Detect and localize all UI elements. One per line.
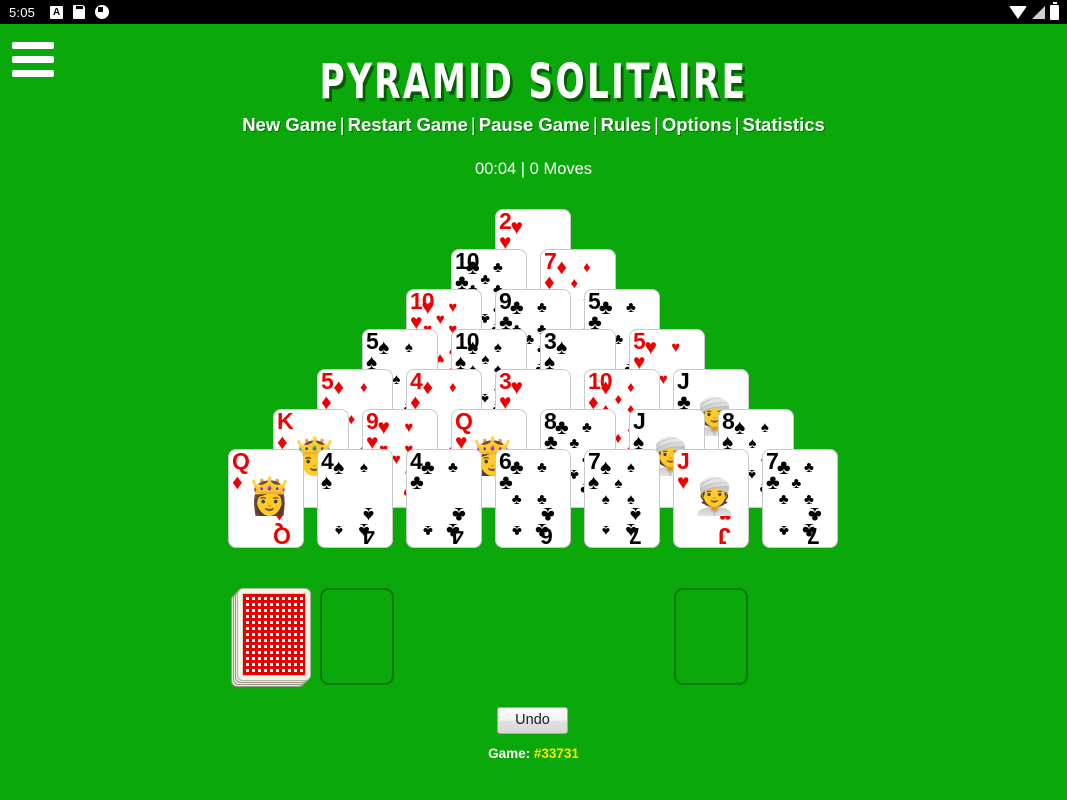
waste-pile[interactable] [320, 588, 394, 685]
court-figure-icon: 👳 [692, 475, 738, 517]
pyramid-card-r7-c2[interactable]: 4 ♠ 4 ♠ ♠ ♠ ♠ ♠ [318, 450, 392, 547]
card-pip: ♣ [511, 521, 522, 539]
stock-pile[interactable] [231, 588, 311, 688]
card-pip: ♥ [377, 416, 390, 440]
card-pip: ♠ [493, 339, 502, 357]
card-pip: ♣ [534, 518, 549, 542]
card-pip: ♣ [803, 490, 814, 508]
card-pip: ♥ [671, 339, 681, 357]
card-pips: ♠ ♠ ♠ ♠ ♠ ♠ ♠ [585, 450, 659, 547]
card-pip: ♣ [536, 490, 547, 508]
game-label: Game: [488, 746, 534, 761]
card-pip: ♠ [626, 490, 635, 508]
status-bar-clock: 5:05 [9, 4, 36, 20]
card-rank: K [277, 410, 294, 434]
pyramid-card-r7-c1[interactable]: Q ♦ Q ♦ 👸 [229, 450, 303, 547]
card-pip: ♠ [601, 490, 610, 508]
card-pip: ♦ [627, 379, 635, 397]
pyramid-card-r7-c5[interactable]: 7 ♠ 7 ♠ ♠ ♠ ♠ ♠ ♠ ♠ ♠ [585, 450, 659, 547]
card-pip: ♣ [445, 518, 460, 542]
card-rank: J [633, 410, 646, 434]
card-rank: Q [232, 450, 250, 474]
card-rank: Q [274, 523, 291, 547]
card-pip: ♣ [569, 434, 580, 452]
card-pip: ♣ [447, 459, 458, 477]
cell-signal-icon [1032, 5, 1045, 19]
card-pips: ♣ ♣ ♣ ♣ [407, 450, 481, 547]
card-pip: ♣ [778, 490, 789, 508]
pyramid-card-r7-c4[interactable]: 6 ♣ 6 ♣ ♣ ♣ ♣ ♣ ♣ ♣ [496, 450, 570, 547]
game-number-label: Game: #33731 [0, 746, 1067, 761]
pyramid-card-layout: 2♥2♥♥♥10♣10♣♣♣♣♣♣♣♣♣♣♣7♦7♦♦♦♦♦♦♦♦10♥10♥♥… [0, 24, 1067, 800]
do-not-disturb-icon [95, 5, 110, 19]
card-pips: ♣ ♣ ♣ ♣ ♣ ♣ [496, 450, 570, 547]
card-pip: ♠ [359, 459, 368, 477]
foundation-pile[interactable] [674, 588, 748, 685]
card-pips: ♣ ♣ ♣ ♣ ♣ ♣ ♣ [763, 450, 837, 547]
card-pip: ♣ [509, 456, 524, 480]
game-number-value: #33731 [533, 746, 579, 761]
wifi-icon [1009, 5, 1027, 19]
card-pip: ♣ [511, 490, 522, 508]
status-bar-left-icons: A [50, 5, 110, 19]
card-pip: ♣ [598, 296, 613, 320]
card-pip: ♦ [360, 379, 368, 397]
card-pip: ♦ [449, 379, 457, 397]
card-pip: ♣ [778, 521, 789, 539]
card-pip: ♣ [581, 419, 592, 437]
card-pips: ♠ ♠ ♠ ♠ [318, 450, 392, 547]
card-pip: ♠ [625, 518, 637, 542]
card-pip: ♦ [583, 259, 591, 277]
card-pip: ♠ [556, 336, 568, 360]
card-rank: J [719, 523, 731, 547]
card-pip: ♥ [448, 299, 458, 317]
card-rank: J [677, 450, 690, 474]
card-pip: ♠ [378, 336, 390, 360]
card-pip: ♣ [420, 456, 435, 480]
card-pip: ♥ [644, 336, 657, 360]
card-rank: J [677, 370, 690, 394]
card-pip: ♠ [626, 459, 635, 477]
card-pip: ♠ [614, 474, 623, 492]
card-pip: ♣ [791, 474, 802, 492]
card-rank: Q [455, 410, 473, 434]
status-bar-right-icons [1009, 0, 1059, 24]
card-back-pattern [242, 593, 306, 676]
card-pip: ♦ [333, 376, 345, 400]
undo-button[interactable]: Undo [497, 707, 568, 734]
card-pip: ♦ [422, 376, 434, 400]
card-pip: ♥ [404, 419, 414, 437]
card-pip: ♠ [601, 521, 610, 539]
court-figure-icon: 👸 [247, 475, 293, 517]
stock-top-card-back[interactable] [237, 588, 311, 681]
card-pip: ♣ [536, 299, 547, 317]
card-pip: ♠ [334, 521, 343, 539]
pyramid-card-r7-c7[interactable]: 7 ♣ 7 ♣ ♣ ♣ ♣ ♣ ♣ ♣ ♣ [763, 450, 837, 547]
card-pip: ♠ [404, 339, 413, 357]
pyramid-card-r7-c3[interactable]: 4 ♣ 4 ♣ ♣ ♣ ♣ ♣ [407, 450, 481, 547]
battery-icon [1050, 2, 1059, 20]
sd-card-icon [73, 5, 86, 19]
android-status-bar: 5:05 A [0, 0, 1067, 24]
game-table-surface: PYRAMID SOLITAIRE New Game | Restart Game |… [0, 24, 1067, 800]
card-pip: ♠ [333, 456, 345, 480]
card-pip: ♠ [748, 434, 757, 452]
letter-a-badge-icon: A [50, 5, 64, 19]
card-pip: ♣ [422, 521, 433, 539]
card-pip: ♥ [510, 216, 523, 240]
card-pip: ♣ [801, 518, 816, 542]
card-pip: ♣ [625, 299, 636, 317]
card-pip: ♠ [358, 518, 370, 542]
card-pip: ♣ [492, 259, 503, 277]
card-pip: ♥ [510, 376, 523, 400]
card-pip: ♣ [803, 459, 814, 477]
card-pip: ♦ [570, 274, 579, 292]
pyramid-card-r7-c6[interactable]: J ♥ J ♥ 👳 [674, 450, 748, 547]
card-pip: ♣ [536, 459, 547, 477]
card-pip: ♠ [760, 419, 769, 437]
card-pip: ♣ [509, 296, 524, 320]
